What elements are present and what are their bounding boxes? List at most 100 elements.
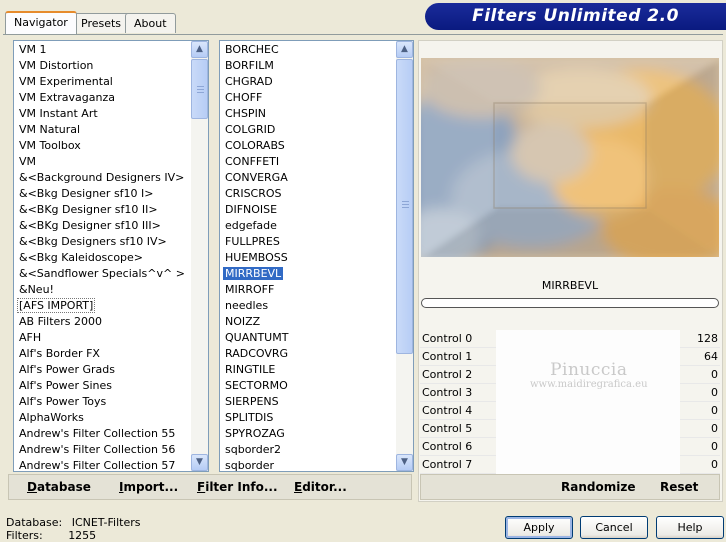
list-item[interactable]: HUEMBOSS	[221, 250, 397, 266]
list-item[interactable]: Andrew's Filter Collection 56	[15, 442, 191, 458]
list-item[interactable]: AB Filters 2000	[15, 314, 191, 330]
scroll-up-icon[interactable]: ▲	[191, 41, 208, 58]
list-item[interactable]: sqborder	[221, 458, 397, 471]
control-sliders: Control 0 128 Control 1 64 Control 2 0 Control…	[420, 330, 720, 474]
list-item[interactable]: BORCHEC	[221, 42, 397, 58]
list-item[interactable]: COLORABS	[221, 138, 397, 154]
tab-presets[interactable]: Presets	[72, 13, 131, 33]
list-item[interactable]: Alf's Power Toys	[15, 394, 191, 410]
list-item[interactable]: sqborder2	[221, 442, 397, 458]
list-item[interactable]: &<Bkg Kaleidoscope>	[15, 250, 191, 266]
list-item-label: SECTORMO	[225, 379, 288, 392]
list-item[interactable]: &<Bkg Designer sf10 I>	[15, 186, 191, 202]
list-item[interactable]: &<Bkg Designers sf10 IV>	[15, 234, 191, 250]
list-item[interactable]: Alf's Power Grads	[15, 362, 191, 378]
list-item[interactable]: Alf's Power Sines	[15, 378, 191, 394]
control-row[interactable]: Control 5 0	[420, 420, 720, 438]
list-item[interactable]: edgefade	[221, 218, 397, 234]
tab-about[interactable]: About	[125, 13, 176, 33]
watermark-name: Pinuccia	[550, 360, 628, 380]
list-item[interactable]: CONFFETI	[221, 154, 397, 170]
category-list[interactable]: VM 1 VM Distortion VM Experimental VM Extra…	[15, 42, 191, 471]
list-item[interactable]: &<BKg Designer sf10 II>	[15, 202, 191, 218]
control-slider[interactable]	[496, 330, 680, 348]
list-item[interactable]: CHGRAD	[221, 74, 397, 90]
filter-info-button[interactable]: Filter Info...	[197, 480, 278, 494]
control-row[interactable]: Control 4 0	[420, 402, 720, 420]
filter-list[interactable]: BORCHEC BORFILM CHGRAD CHOFF CHSPIN COLGRID CO…	[221, 42, 397, 471]
list-item-label: NOIZZ	[225, 315, 261, 328]
list-item-label: SIERPENS	[225, 395, 279, 408]
control-value: 0	[711, 368, 718, 381]
database-button[interactable]: Database	[27, 480, 91, 494]
list-item[interactable]: VM Natural	[15, 122, 191, 138]
help-button[interactable]: Help	[656, 516, 724, 539]
list-item[interactable]: Andrew's Filter Collection 57	[15, 458, 191, 471]
control-row[interactable]: Control 6 0	[420, 438, 720, 456]
list-item[interactable]: QUANTUMT	[221, 330, 397, 346]
list-item[interactable]: CRISCROS	[221, 186, 397, 202]
list-item[interactable]: SPYROZAG	[221, 426, 397, 442]
list-item[interactable]: &<BKg Designer sf10 III>	[15, 218, 191, 234]
list-item-label: [AFS IMPORT]	[17, 298, 96, 313]
editor-button[interactable]: Editor...	[294, 480, 347, 494]
list-item[interactable]: &Neu!	[15, 282, 191, 298]
list-item[interactable]: RADCOVRG	[221, 346, 397, 362]
control-slider[interactable]	[496, 402, 680, 420]
apply-button[interactable]: Apply	[505, 516, 573, 539]
list-item[interactable]: SPLITDIS	[221, 410, 397, 426]
list-item[interactable]: CHSPIN	[221, 106, 397, 122]
list-item[interactable]: CHOFF	[221, 90, 397, 106]
list-item[interactable]: AlphaWorks	[15, 410, 191, 426]
list-item-label: sqborder	[225, 459, 275, 471]
list-item[interactable]: FULLPRES	[221, 234, 397, 250]
scroll-up-icon[interactable]: ▲	[396, 41, 413, 58]
list-item[interactable]: Andrew's Filter Collection 55	[15, 426, 191, 442]
list-item[interactable]: SECTORMO	[221, 378, 397, 394]
control-slider[interactable]	[496, 420, 680, 438]
list-item[interactable]: VM Extravaganza	[15, 90, 191, 106]
list-item[interactable]: MIRROFF	[221, 282, 397, 298]
list-item[interactable]: VM Toolbox	[15, 138, 191, 154]
import-button[interactable]: Import...	[119, 480, 178, 494]
list-item[interactable]: [AFS IMPORT]	[15, 298, 191, 314]
list-item-label: VM Distortion	[19, 59, 94, 72]
list-item[interactable]: DIFNOISE	[221, 202, 397, 218]
list-item[interactable]: VM Distortion	[15, 58, 191, 74]
control-row[interactable]: Control 7 0	[420, 456, 720, 474]
control-row[interactable]: Control 0 128	[420, 330, 720, 348]
scroll-thumb[interactable]	[191, 59, 208, 119]
control-slider[interactable]	[496, 438, 680, 456]
list-item[interactable]: COLGRID	[221, 122, 397, 138]
control-value: 0	[711, 404, 718, 417]
selected-filter-name: MIRRBEVL	[541, 279, 599, 292]
list-item[interactable]: AFH	[15, 330, 191, 346]
list-item[interactable]: SIERPENS	[221, 394, 397, 410]
list-item[interactable]: BORFILM	[221, 58, 397, 74]
list-item-label: Alf's Power Grads	[19, 363, 115, 376]
list-item[interactable]: RINGTILE	[221, 362, 397, 378]
list-item-label: SPYROZAG	[225, 427, 285, 440]
list-item[interactable]: &<Background Designers IV>	[15, 170, 191, 186]
list-item[interactable]: VM Instant Art	[15, 106, 191, 122]
list-item[interactable]: &<Sandflower Specials^v^ >	[15, 266, 191, 282]
list-item[interactable]: NOIZZ	[221, 314, 397, 330]
list-item[interactable]: CONVERGA	[221, 170, 397, 186]
list-item[interactable]: Alf's Border FX	[15, 346, 191, 362]
list-item[interactable]: needles	[221, 298, 397, 314]
list-item[interactable]: VM	[15, 154, 191, 170]
list-item[interactable]: VM Experimental	[15, 74, 191, 90]
tab-navigator[interactable]: Navigator	[5, 11, 77, 34]
filter-scrollbar[interactable]: ▲ ▼	[396, 41, 413, 471]
cancel-button[interactable]: Cancel	[580, 516, 648, 539]
scroll-thumb[interactable]	[396, 59, 413, 354]
control-slider[interactable]	[496, 456, 680, 474]
list-item[interactable]: MIRRBEVL	[221, 266, 397, 282]
reset-button[interactable]: Reset	[660, 480, 698, 494]
scroll-down-icon[interactable]: ▼	[396, 454, 413, 471]
watermark-url: www.maidiregrafica.eu	[530, 379, 648, 390]
list-item[interactable]: VM 1	[15, 42, 191, 58]
category-scrollbar[interactable]: ▲ ▼	[191, 41, 208, 471]
randomize-button[interactable]: Randomize	[561, 480, 635, 494]
scroll-down-icon[interactable]: ▼	[191, 454, 208, 471]
